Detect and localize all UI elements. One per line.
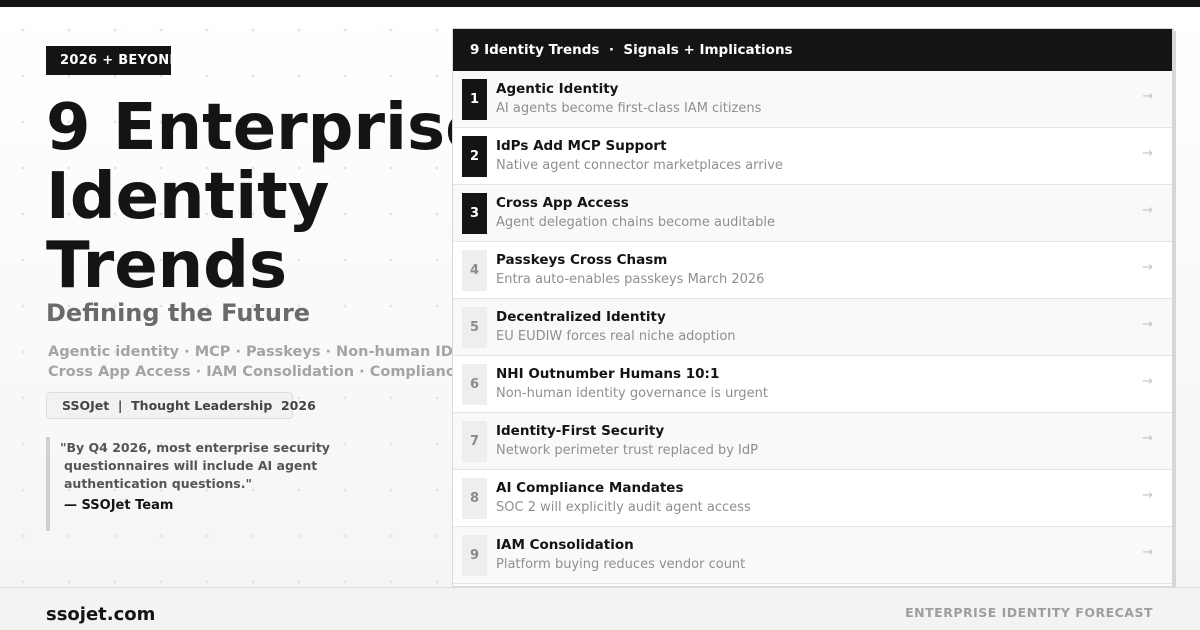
trend-number: 2: [462, 136, 487, 177]
panel-header: 9 Identity Trends · Signals + Implicatio…: [453, 29, 1172, 71]
trend-title: IdPs Add MCP Support: [496, 138, 667, 154]
trend-row[interactable]: 6 NHI Outnumber Humans 10:1 Non-human iden…: [453, 356, 1172, 413]
tag-line: Agentic identity · MCP · Passkeys · Non-…: [48, 344, 462, 360]
arrow-right-icon: →: [1142, 488, 1153, 503]
year-badge: 2026 + BEYOND: [46, 46, 171, 75]
quote-author: — SSOJet Team: [64, 498, 174, 513]
trend-description: SOC 2 will explicitly audit agent access: [496, 500, 751, 515]
trend-title: Passkeys Cross Chasm: [496, 252, 668, 268]
trend-row[interactable]: 9 IAM Consolidation Platform buying reduce…: [453, 527, 1172, 584]
trend-description: AI agents become first-class IAM citizen…: [496, 101, 762, 116]
topic-tags: Agentic identity · MCP · Passkeys · Non-…: [48, 342, 465, 382]
top-accent-bar: [0, 0, 1200, 7]
trend-title: NHI Outnumber Humans 10:1: [496, 366, 720, 382]
arrow-right-icon: →: [1142, 260, 1153, 275]
trends-list: 1 Agentic Identity AI agents become first-…: [453, 71, 1172, 584]
trend-number: 7: [462, 421, 487, 462]
arrow-right-icon: →: [1142, 203, 1153, 218]
page-subtitle: Defining the Future: [46, 299, 311, 327]
quote-text: "By Q4 2026, most enterprise security qu…: [60, 440, 330, 491]
trend-description: Agent delegation chains become auditable: [496, 215, 775, 230]
title-line: Identity: [46, 160, 330, 234]
trend-row[interactable]: 3 Cross App Access Agent delegation chains…: [453, 185, 1172, 242]
trend-description: Network perimeter trust replaced by IdP: [496, 443, 758, 458]
arrow-right-icon: →: [1142, 317, 1153, 332]
trend-number: 9: [462, 535, 487, 576]
trend-title: Decentralized Identity: [496, 309, 666, 325]
trend-title: AI Compliance Mandates: [496, 480, 684, 496]
arrow-right-icon: →: [1142, 431, 1153, 446]
pull-quote: "By Q4 2026, most enterprise security qu…: [46, 437, 346, 531]
trend-description: Platform buying reduces vendor count: [496, 557, 746, 572]
trend-number: 8: [462, 478, 487, 519]
trend-row[interactable]: 5 Decentralized Identity EU EUDIW forces r…: [453, 299, 1172, 356]
trend-description: Native agent connector marketplaces arri…: [496, 158, 783, 173]
arrow-right-icon: →: [1142, 89, 1153, 104]
tag-line: Cross App Access · IAM Consolidation · C…: [48, 364, 465, 380]
trend-title: Identity-First Security: [496, 423, 665, 439]
trend-row[interactable]: 8 AI Compliance Mandates SOC 2 will explic…: [453, 470, 1172, 527]
trend-description: Non-human identity governance is urgent: [496, 386, 769, 401]
footer-domain: ssojet.com: [46, 604, 156, 625]
trend-number: 4: [462, 250, 487, 291]
trend-row[interactable]: 2 IdPs Add MCP Support Native agent connec…: [453, 128, 1172, 185]
trend-number: 3: [462, 193, 487, 234]
trend-number: 5: [462, 307, 487, 348]
trend-title: Agentic Identity: [496, 81, 619, 97]
arrow-right-icon: →: [1142, 545, 1153, 560]
arrow-right-icon: →: [1142, 146, 1153, 161]
title-line: 9 Enterprise: [46, 91, 489, 165]
trends-panel: 9 Identity Trends · Signals + Implicatio…: [452, 28, 1173, 587]
trend-number: 1: [462, 79, 487, 120]
byline-pill: SSOJet | Thought Leadership 2026: [46, 392, 316, 419]
trend-description: Entra auto-enables passkeys March 2026: [496, 272, 765, 287]
trend-row[interactable]: 7 Identity-First Security Network perimete…: [453, 413, 1172, 470]
footer: ssojet.com ENTERPRISE IDENTITY FORECAST: [0, 587, 1200, 630]
trend-title: IAM Consolidation: [496, 537, 634, 553]
arrow-right-icon: →: [1142, 374, 1153, 389]
trend-description: EU EUDIW forces real niche adoption: [496, 329, 736, 344]
trend-row[interactable]: 1 Agentic Identity AI agents become first-…: [453, 71, 1172, 128]
title-line: Trends: [46, 229, 288, 303]
footer-label: ENTERPRISE IDENTITY FORECAST: [905, 605, 1153, 620]
page-title: 9 Enterprise Identity Trends: [46, 94, 506, 301]
trend-title: Cross App Access: [496, 195, 629, 211]
trend-number: 6: [462, 364, 487, 405]
trend-row[interactable]: 4 Passkeys Cross Chasm Entra auto-enables …: [453, 242, 1172, 299]
